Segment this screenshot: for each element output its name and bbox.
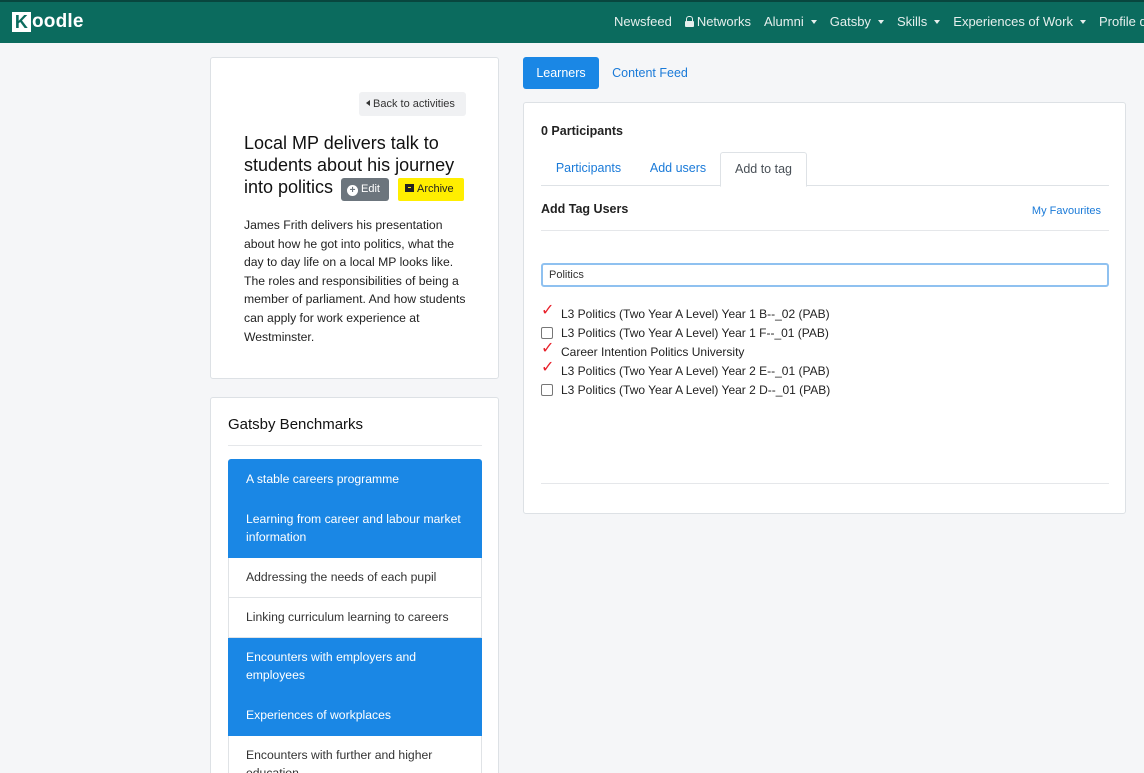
divider bbox=[228, 445, 482, 446]
tag-label: L3 Politics (Two Year A Level) Year 1 F-… bbox=[561, 325, 829, 340]
archive-button[interactable]: Archive bbox=[398, 178, 464, 201]
nav-item-label: Profile data bbox=[1098, 14, 1144, 29]
learners-card: 0 Participants Participants Add users Ad… bbox=[523, 102, 1126, 514]
brand-logo-text: oodle bbox=[32, 11, 84, 32]
tab-add-to-tag[interactable]: Add to tag bbox=[720, 152, 807, 187]
tag-list-item[interactable]: L3 Politics (Two Year A Level) Year 1 F-… bbox=[541, 323, 830, 342]
back-to-activities-button[interactable]: Back to activities bbox=[359, 92, 466, 116]
caret-down-icon bbox=[877, 19, 884, 24]
tab-learners[interactable]: Learners bbox=[523, 57, 599, 89]
plus-circle-icon: + bbox=[347, 185, 358, 196]
caret-down-icon bbox=[934, 19, 941, 24]
tag-label: L3 Politics (Two Year A Level) Year 2 E-… bbox=[561, 363, 830, 378]
tag-checkbox[interactable]: ✓ bbox=[541, 359, 554, 378]
benchmark-item[interactable]: Addressing the needs of each pupil bbox=[228, 558, 482, 598]
tab-content-feed[interactable]: Content Feed bbox=[604, 57, 696, 89]
top-navbar: K oodle Newsfeed Networks Alumni Gatsby … bbox=[0, 0, 1144, 43]
benchmark-item[interactable]: Experiences of workplaces bbox=[228, 696, 482, 736]
nav-menu: Newsfeed Networks Alumni Gatsby Skills E… bbox=[614, 14, 1144, 29]
benchmark-item[interactable]: Linking curriculum learning to careers bbox=[228, 598, 482, 638]
red-check-icon: ✓ bbox=[541, 358, 555, 376]
nav-item-label: Alumni bbox=[764, 14, 804, 29]
brand-logo[interactable]: K oodle bbox=[12, 11, 84, 33]
red-check-icon: ✓ bbox=[541, 339, 555, 357]
tag-label: L3 Politics (Two Year A Level) Year 1 B-… bbox=[561, 306, 830, 321]
nav-item-skills[interactable]: Skills bbox=[896, 14, 941, 29]
nav-item-label: Gatsby bbox=[829, 14, 871, 29]
tab-participants[interactable]: Participants bbox=[541, 152, 636, 186]
archive-button-label: Archive bbox=[417, 183, 454, 195]
back-button-label: Back to activities bbox=[373, 98, 455, 110]
tag-list-item[interactable]: ✓ Career Intention Politics University bbox=[541, 340, 830, 361]
benchmark-list: A stable careers programme Learning from… bbox=[228, 459, 482, 773]
lock-icon bbox=[684, 16, 694, 27]
benchmark-item[interactable]: Encounters with employers and employees bbox=[228, 638, 482, 696]
edit-button[interactable]: + Edit bbox=[341, 178, 389, 201]
benchmark-item[interactable]: Learning from career and labour market i… bbox=[228, 500, 482, 558]
brand-logo-letter: K bbox=[12, 12, 31, 32]
add-tag-users-title: Add Tag Users bbox=[541, 202, 629, 216]
participants-count: 0 Participants bbox=[541, 124, 623, 138]
learners-tabs: Participants Add users Add to tag bbox=[541, 152, 1109, 187]
caret-down-icon bbox=[1079, 19, 1086, 24]
nav-item-alumni[interactable]: Alumni bbox=[764, 14, 817, 29]
activity-description: James Frith delivers his presentation ab… bbox=[244, 218, 466, 344]
tag-list-item[interactable]: L3 Politics (Two Year A Level) Year 2 D-… bbox=[541, 380, 830, 399]
nav-item-networks[interactable]: Networks bbox=[684, 14, 751, 29]
nav-item-gatsby[interactable]: Gatsby bbox=[830, 14, 884, 29]
nav-item-experiences-of-work[interactable]: Experiences of Work bbox=[953, 14, 1086, 29]
tag-checkbox[interactable] bbox=[541, 383, 553, 397]
nav-item-label: Networks bbox=[696, 14, 751, 29]
nav-item-newsfeed[interactable]: Newsfeed bbox=[614, 14, 672, 29]
empty-checkbox-icon bbox=[541, 326, 553, 339]
red-check-icon: ✓ bbox=[541, 301, 555, 319]
tag-list: ✓ L3 Politics (Two Year A Level) Year 1 … bbox=[541, 302, 830, 399]
tag-list-item[interactable]: ✓ L3 Politics (Two Year A Level) Year 2 … bbox=[541, 359, 830, 380]
benchmark-item[interactable]: A stable careers programme bbox=[228, 459, 482, 500]
nav-item-label: Newsfeed bbox=[614, 14, 672, 29]
divider bbox=[541, 483, 1109, 484]
tag-checkbox[interactable]: ✓ bbox=[541, 302, 554, 321]
edit-button-label: Edit bbox=[361, 183, 380, 195]
tag-search-input[interactable] bbox=[541, 263, 1109, 287]
tag-list-item[interactable]: ✓ L3 Politics (Two Year A Level) Year 1 … bbox=[541, 302, 830, 323]
tag-checkbox[interactable] bbox=[541, 326, 553, 340]
nav-item-profile-data[interactable]: Profile data bbox=[1099, 14, 1144, 29]
tag-label: Career Intention Politics University bbox=[561, 344, 745, 359]
divider bbox=[541, 230, 1109, 231]
tag-checkbox[interactable]: ✓ bbox=[541, 340, 554, 359]
tab-add-users[interactable]: Add users bbox=[636, 152, 720, 186]
gatsby-benchmarks-card: Gatsby Benchmarks A stable careers progr… bbox=[210, 397, 499, 773]
empty-checkbox-icon bbox=[541, 383, 553, 396]
activity-card: Back to activities Local MP delivers tal… bbox=[210, 57, 499, 379]
nav-item-label: Skills bbox=[896, 14, 928, 29]
benchmark-item[interactable]: Encounters with further and higher educa… bbox=[228, 736, 482, 773]
my-favourites-link[interactable]: My Favourites bbox=[1032, 205, 1101, 217]
gatsby-title: Gatsby Benchmarks bbox=[228, 416, 364, 433]
nav-item-label: Experiences of Work bbox=[953, 14, 1073, 29]
archive-icon bbox=[405, 184, 414, 192]
tag-label: L3 Politics (Two Year A Level) Year 2 D-… bbox=[561, 382, 831, 397]
caret-down-icon bbox=[810, 19, 817, 24]
caret-left-icon bbox=[366, 100, 370, 106]
